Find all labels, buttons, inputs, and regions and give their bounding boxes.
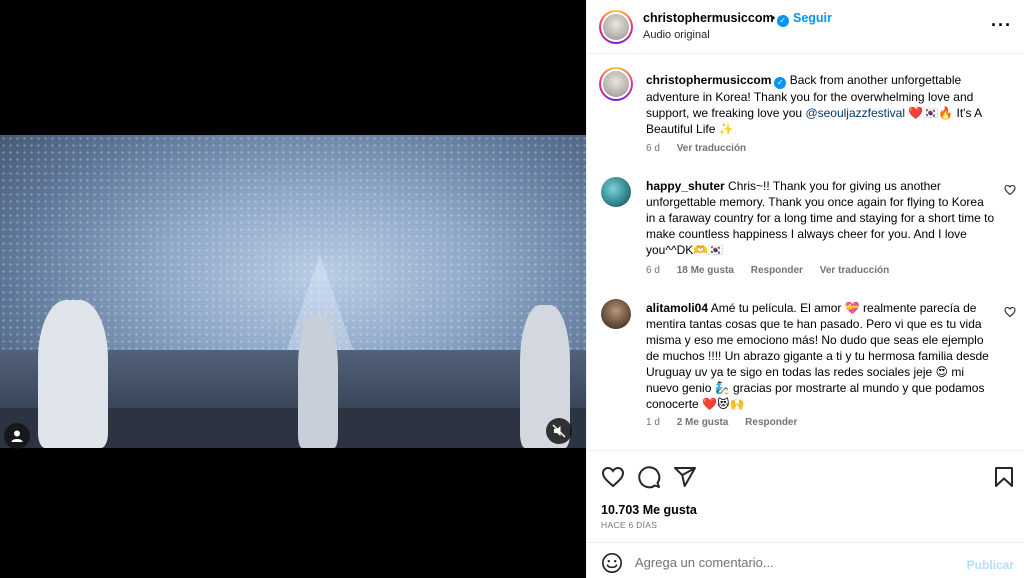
author-avatar[interactable] xyxy=(599,10,633,44)
bookmark-icon[interactable] xyxy=(992,465,1016,489)
comment-body: Amé tu película. El amor 💝 realmente par… xyxy=(646,301,989,411)
comment-text: happy_shuter Chris~!! Thank you for givi… xyxy=(646,178,996,258)
mute-button[interactable] xyxy=(546,418,572,444)
verified-icon: ✓ xyxy=(776,15,789,27)
user-icon xyxy=(11,430,23,442)
heart-icon[interactable] xyxy=(1004,306,1016,318)
comment-text: alitamoli04 Amé tu película. El amor 💝 r… xyxy=(646,300,996,412)
instagram-post-modal: christophermusiccom ✓ • Seguir Audio orig… xyxy=(0,0,1024,578)
performer-center xyxy=(298,315,338,448)
more-options-icon[interactable]: ··· xyxy=(991,15,1012,36)
post-details-panel: christophermusiccom ✓ • Seguir Audio orig… xyxy=(586,0,1024,578)
likes-count[interactable]: 10.703 Me gusta xyxy=(601,503,697,517)
post-actions: 10.703 Me gusta HACE 6 DÍAS xyxy=(587,450,1024,542)
translate-link[interactable]: Ver traducción xyxy=(677,143,746,154)
verified-icon: ✓ xyxy=(774,77,787,89)
media-panel xyxy=(0,0,586,578)
audio-label[interactable]: Audio original xyxy=(643,29,710,41)
follow-button[interactable]: Seguir xyxy=(793,11,832,25)
comment-likes[interactable]: 18 Me gusta xyxy=(677,265,734,276)
caption-meta: 6 d Ver traducción xyxy=(646,143,760,154)
comment-likes[interactable]: 2 Me gusta xyxy=(677,417,729,428)
post-header: christophermusiccom ✓ • Seguir Audio orig… xyxy=(587,0,1024,54)
comment-icon[interactable] xyxy=(637,465,661,489)
mention-link[interactable]: @seouljazzfestival xyxy=(805,106,905,120)
emoji-icon[interactable] xyxy=(601,552,623,574)
comment-time[interactable]: 6 d xyxy=(646,265,660,276)
comment-input[interactable] xyxy=(635,549,955,575)
caption-avatar[interactable] xyxy=(599,67,633,101)
comment-time[interactable]: 1 d xyxy=(646,417,660,428)
caption-username[interactable]: christophermusiccom xyxy=(646,73,771,87)
publish-button[interactable]: Publicar xyxy=(967,558,1014,572)
tagged-user-button[interactable] xyxy=(4,423,30,449)
commenter-username[interactable]: alitamoli04 xyxy=(646,301,708,315)
comment-meta: 1 d 2 Me gusta Responder xyxy=(646,417,811,428)
speaker-muted-icon xyxy=(552,424,566,438)
caption-text: christophermusiccom ✓ Back from another u… xyxy=(646,72,996,137)
translate-link[interactable]: Ver traducción xyxy=(820,265,889,276)
heart-icon[interactable] xyxy=(601,465,625,489)
performer-left xyxy=(38,300,108,448)
commenter-avatar[interactable] xyxy=(601,299,631,329)
comment-meta: 6 d 18 Me gusta Responder Ver traducción xyxy=(646,265,903,276)
commenter-avatar[interactable] xyxy=(601,177,631,207)
comment-composer: Publicar xyxy=(587,542,1024,578)
send-icon[interactable] xyxy=(673,465,697,489)
commenter-username[interactable]: happy_shuter xyxy=(646,179,725,193)
post-timestamp[interactable]: HACE 6 DÍAS xyxy=(601,520,657,530)
caption-time[interactable]: 6 d xyxy=(646,143,660,154)
author-username[interactable]: christophermusiccom ✓ xyxy=(643,11,789,27)
reply-button[interactable]: Responder xyxy=(745,417,797,428)
heart-icon[interactable] xyxy=(1004,184,1016,196)
reply-button[interactable]: Responder xyxy=(751,265,803,276)
post-video[interactable] xyxy=(0,135,586,448)
separator-dot: • xyxy=(771,11,776,25)
comments-list[interactable]: christophermusiccom ✓ Back from another u… xyxy=(587,55,1024,450)
